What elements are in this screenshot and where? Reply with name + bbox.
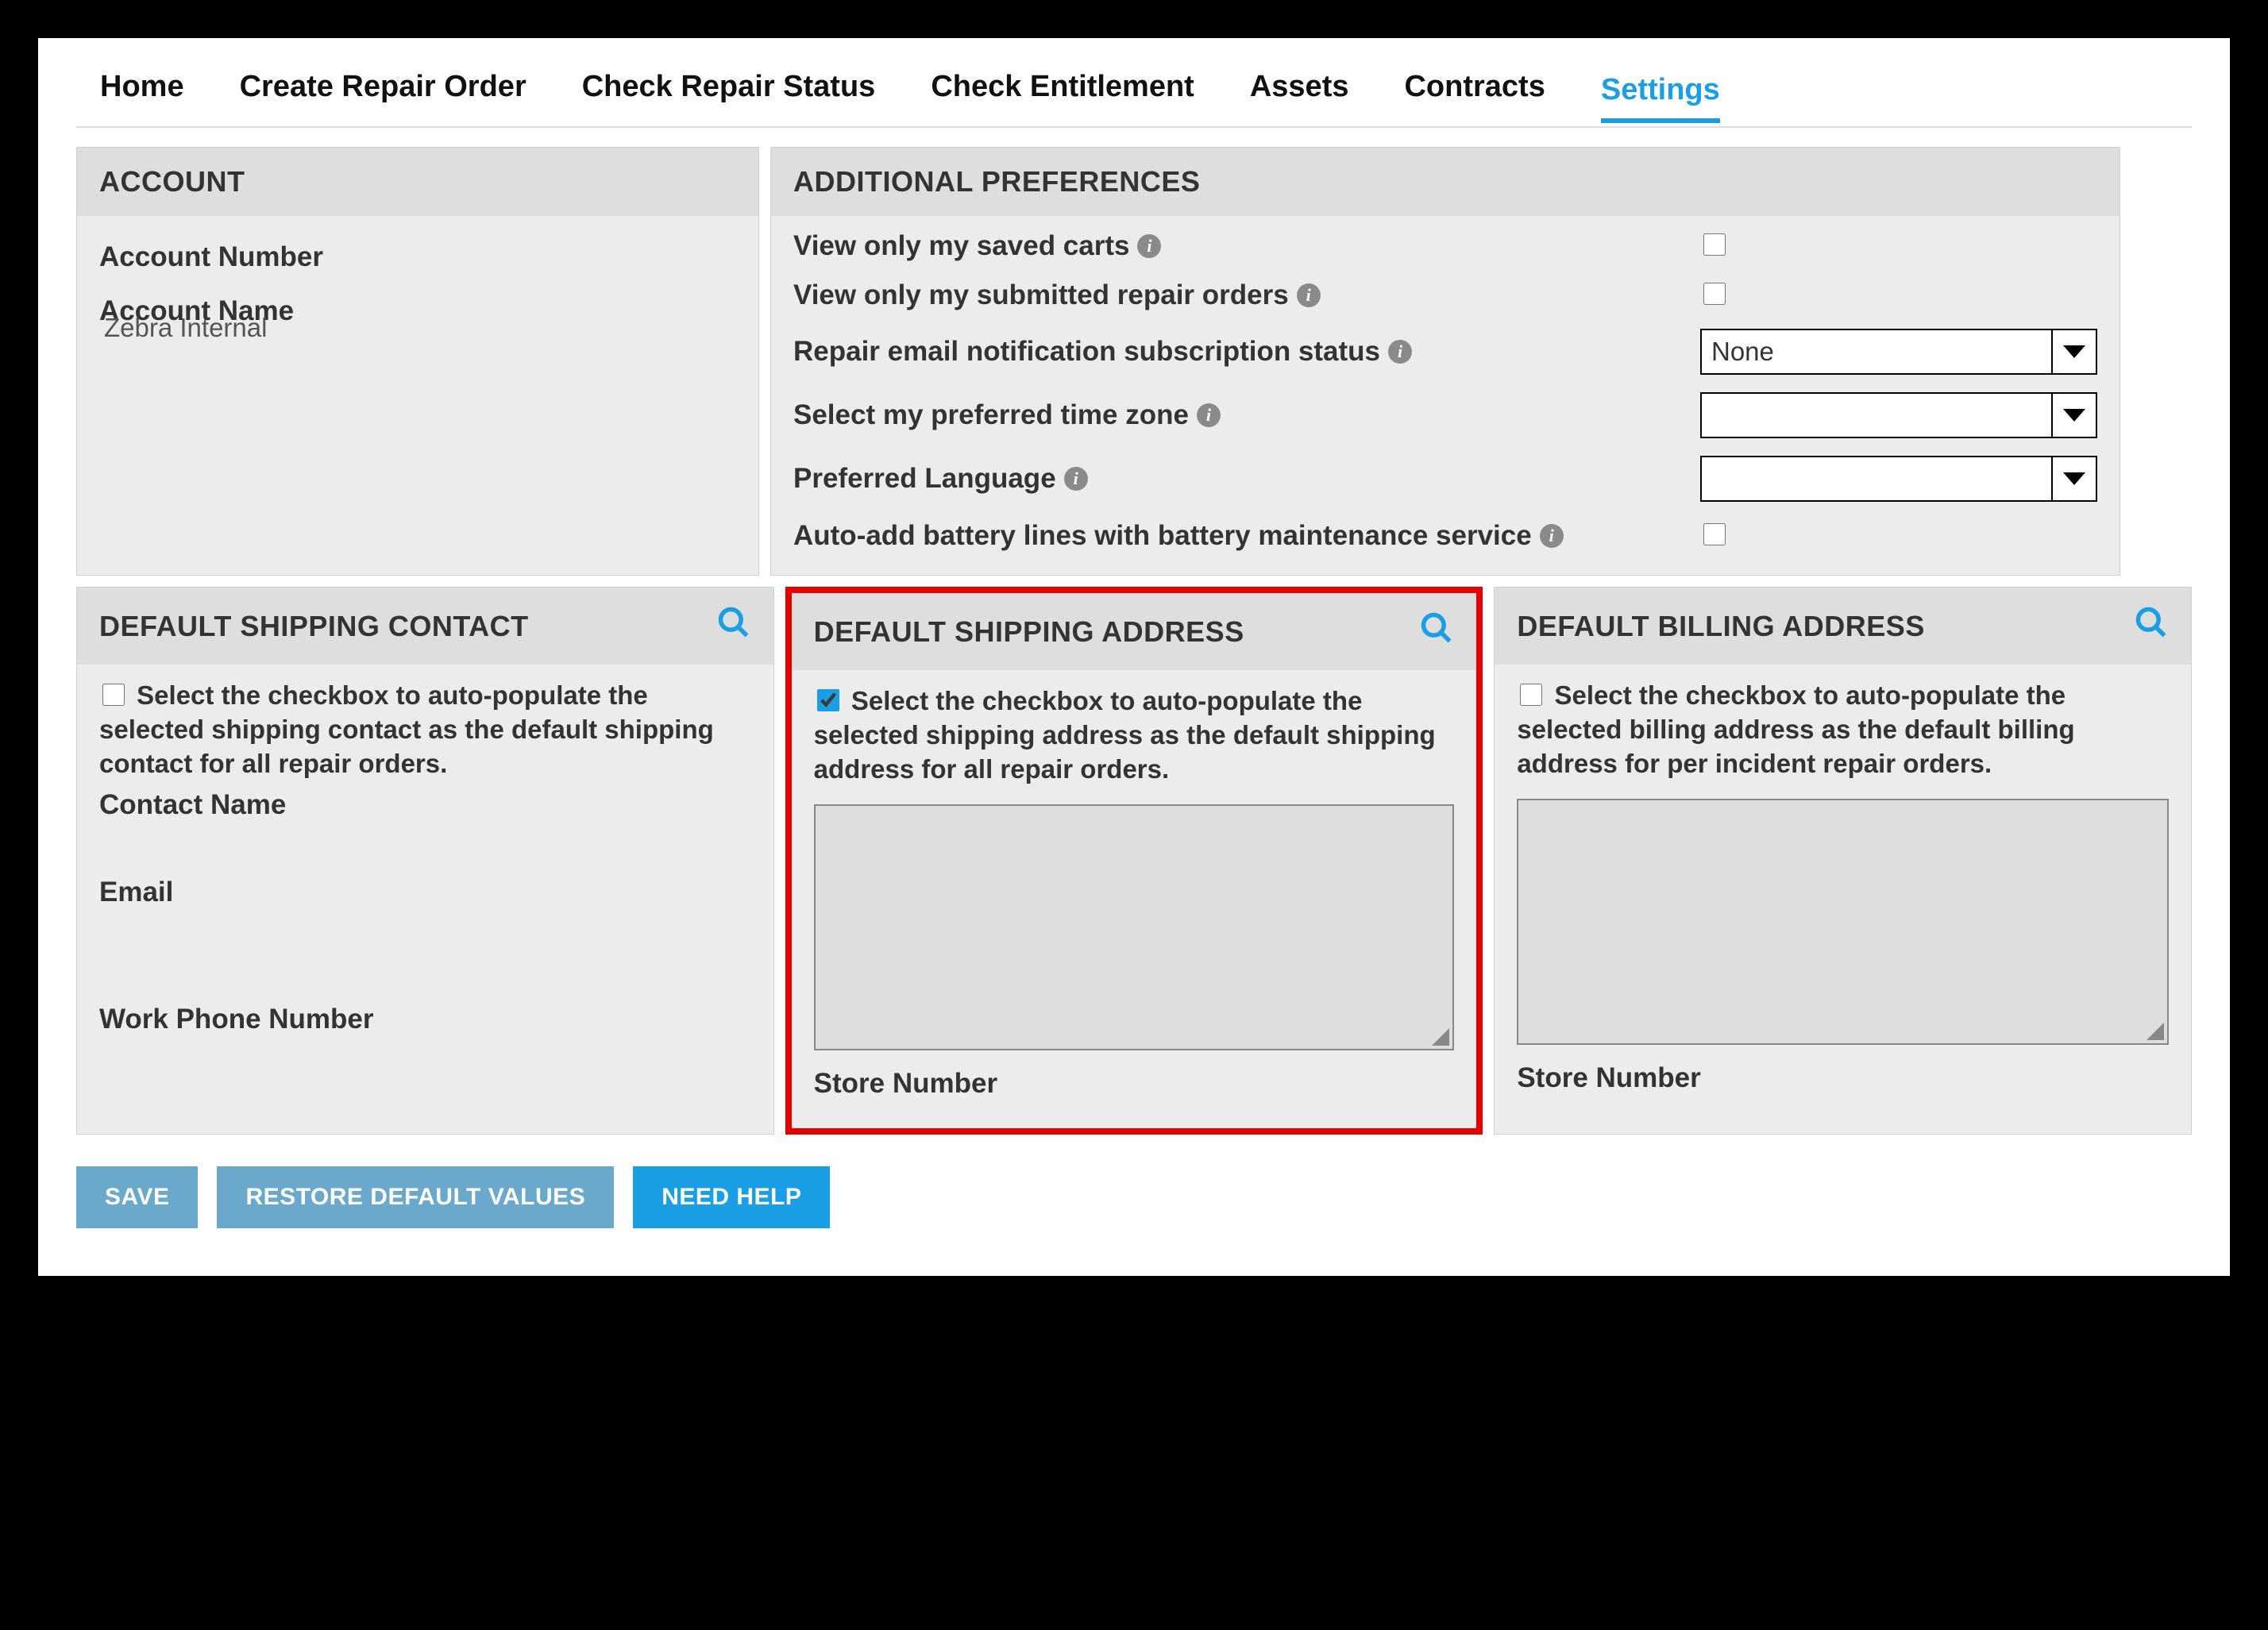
account-heading: ACCOUNT xyxy=(77,148,758,216)
billing-address-autopop[interactable]: Select the checkbox to auto-populate the… xyxy=(1517,679,2169,781)
view-orders-label: View only my submitted repair orders xyxy=(793,279,1289,311)
billing-store-label: Store Number xyxy=(1517,1062,2169,1094)
need-help-button[interactable]: NEED HELP xyxy=(633,1166,830,1228)
nav-check-entitlement[interactable]: Check Entitlement xyxy=(931,70,1194,110)
shipping-address-autopop-text: Select the checkbox to auto-populate the… xyxy=(814,686,1436,784)
info-icon[interactable]: i xyxy=(1064,467,1088,491)
top-nav: Home Create Repair Order Check Repair St… xyxy=(76,54,2192,128)
billing-address-autopop-checkbox[interactable] xyxy=(1520,684,1542,706)
view-carts-checkbox[interactable] xyxy=(1703,233,1726,256)
nav-home[interactable]: Home xyxy=(100,70,184,110)
account-panel: ACCOUNT Account Number Account Name Zebr… xyxy=(76,147,759,576)
nav-check-repair-status[interactable]: Check Repair Status xyxy=(582,70,876,110)
nav-contracts[interactable]: Contracts xyxy=(1404,70,1545,110)
preferences-heading: ADDITIONAL PREFERENCES xyxy=(771,148,2120,216)
info-icon[interactable]: i xyxy=(1297,283,1321,307)
shipping-address-heading: DEFAULT SHIPPING ADDRESS xyxy=(814,615,1244,649)
language-label: Preferred Language xyxy=(793,463,1056,495)
info-icon[interactable]: i xyxy=(1137,234,1161,258)
billing-address-textarea[interactable] xyxy=(1517,799,2169,1045)
chevron-down-icon xyxy=(2063,472,2085,485)
contact-name-label: Contact Name xyxy=(99,789,751,821)
info-icon[interactable]: i xyxy=(1388,340,1412,364)
nav-settings[interactable]: Settings xyxy=(1601,73,1720,123)
billing-address-autopop-text: Select the checkbox to auto-populate the… xyxy=(1517,680,2074,778)
account-name-value: Zebra Internal xyxy=(104,313,736,343)
account-number-label: Account Number xyxy=(99,241,736,273)
shipping-contact-autopop[interactable]: Select the checkbox to auto-populate the… xyxy=(99,679,751,781)
info-icon[interactable]: i xyxy=(1197,403,1221,427)
shipping-store-label: Store Number xyxy=(814,1068,1455,1100)
restore-defaults-button[interactable]: RESTORE DEFAULT VALUES xyxy=(217,1166,614,1228)
chevron-down-icon xyxy=(2063,409,2085,422)
billing-address-heading: DEFAULT BILLING ADDRESS xyxy=(1517,610,1925,643)
shipping-address-panel: DEFAULT SHIPPING ADDRESS Select the chec… xyxy=(785,587,1483,1135)
view-carts-label: View only my saved carts xyxy=(793,230,1129,262)
preferences-panel: ADDITIONAL PREFERENCES View only my save… xyxy=(770,147,2120,576)
email-sub-select[interactable]: None xyxy=(1700,329,2097,375)
save-button[interactable]: SAVE xyxy=(76,1166,198,1228)
email-sub-value: None xyxy=(1711,337,1774,367)
search-icon[interactable] xyxy=(1419,611,1454,653)
billing-address-panel: DEFAULT BILLING ADDRESS Select the check… xyxy=(1494,587,2192,1135)
shipping-address-autopop[interactable]: Select the checkbox to auto-populate the… xyxy=(814,684,1455,787)
auto-battery-checkbox[interactable] xyxy=(1703,523,1726,545)
email-label: Email xyxy=(99,877,751,908)
chevron-down-icon xyxy=(2063,345,2085,358)
shipping-contact-autopop-text: Select the checkbox to auto-populate the… xyxy=(99,680,714,778)
view-orders-checkbox[interactable] xyxy=(1703,283,1726,305)
shipping-contact-panel: DEFAULT SHIPPING CONTACT Select the chec… xyxy=(76,587,774,1135)
shipping-contact-heading: DEFAULT SHIPPING CONTACT xyxy=(99,610,529,643)
shipping-address-autopop-checkbox[interactable] xyxy=(817,689,839,711)
timezone-label: Select my preferred time zone xyxy=(793,399,1189,431)
shipping-address-textarea[interactable] xyxy=(814,804,1455,1050)
shipping-contact-autopop-checkbox[interactable] xyxy=(102,684,125,706)
nav-create-repair-order[interactable]: Create Repair Order xyxy=(240,70,526,110)
info-icon[interactable]: i xyxy=(1540,524,1564,548)
language-select[interactable] xyxy=(1700,456,2097,502)
work-phone-label: Work Phone Number xyxy=(99,1004,751,1035)
search-icon[interactable] xyxy=(716,605,751,647)
nav-assets[interactable]: Assets xyxy=(1250,70,1349,110)
search-icon[interactable] xyxy=(2134,605,2169,647)
timezone-select[interactable] xyxy=(1700,392,2097,438)
email-sub-label: Repair email notification subscription s… xyxy=(793,336,1380,368)
auto-battery-label: Auto-add battery lines with battery main… xyxy=(793,519,1532,553)
